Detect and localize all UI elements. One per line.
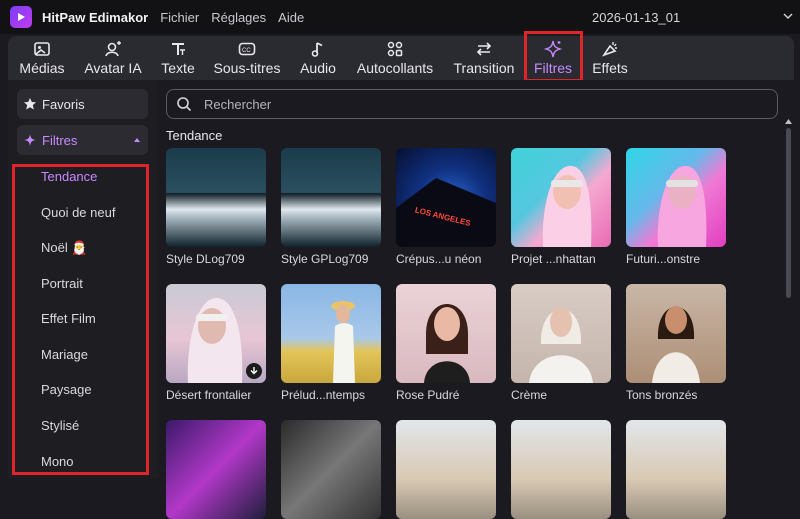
tab-label: Sous-titres (213, 60, 281, 76)
text-icon (172, 43, 185, 55)
portrait-graphic (529, 307, 593, 383)
filter-thumbnail (511, 148, 611, 247)
tab-label: Avatar IA (84, 60, 142, 76)
filter-card[interactable] (166, 420, 266, 519)
filter-name: Style GPLog709 (281, 252, 369, 266)
filter-card[interactable] (511, 420, 611, 519)
filter-name: Tons bronzés (626, 388, 698, 402)
tab-medias[interactable]: Médias (14, 36, 70, 80)
filter-thumbnail (396, 284, 496, 383)
filter-thumbnail (281, 148, 381, 247)
filter-card[interactable] (396, 420, 496, 519)
filter-card[interactable] (626, 420, 726, 519)
filter-thumbnail (166, 420, 266, 519)
menu-reglages[interactable]: Réglages (211, 10, 266, 25)
sidebar-favoris-label: Favoris (42, 96, 85, 112)
transition-icon (476, 42, 492, 56)
app-name: HitPaw Edimakor (42, 9, 149, 25)
filter-thumbnail (511, 420, 611, 519)
tab-effets[interactable]: Effets (588, 36, 632, 80)
filter-card[interactable]: LOS ANGELES Crépus...u néon (396, 148, 496, 266)
project-name: 2026-01-13_01 (592, 10, 681, 25)
image-icon (34, 42, 50, 56)
filter-name: Crème (511, 388, 548, 402)
filter-card[interactable] (281, 420, 381, 519)
filter-card[interactable]: Prélud...ntemps (281, 284, 381, 402)
portrait-graphic (652, 306, 700, 383)
filters-panel: Tendance Style DLog709 Style GPLog709 LO… (158, 80, 794, 519)
filter-thumbnail (166, 148, 266, 247)
tab-label: Texte (161, 60, 195, 76)
avatar-ai-icon (105, 41, 121, 57)
filter-card[interactable]: Crème (511, 284, 611, 402)
tab-avatar-ia[interactable]: Avatar IA (82, 36, 144, 80)
search-input[interactable] (202, 95, 746, 113)
tab-label: Effets (592, 60, 628, 76)
highlight-box-filtres (524, 31, 583, 82)
svg-text:CC: CC (242, 48, 251, 54)
filter-thumbnail (626, 148, 726, 247)
filter-thumbnail (396, 420, 496, 519)
star-icon (24, 98, 36, 110)
scroll-up-icon[interactable] (784, 118, 793, 125)
tab-audio[interactable]: Audio (296, 36, 340, 80)
filter-thumbnail (626, 420, 726, 519)
filter-name: Prélud...ntemps (281, 388, 366, 402)
filter-card[interactable]: Projet ...nhattan (511, 148, 611, 266)
stickers-icon (387, 41, 403, 57)
tab-label: Audio (300, 60, 336, 76)
filter-card[interactable]: Style GPLog709 (281, 148, 381, 266)
filter-card[interactable]: Rose Pudré (396, 284, 496, 402)
portrait-graphic (424, 304, 470, 383)
section-title: Tendance (166, 128, 223, 143)
search-bar[interactable] (166, 89, 778, 119)
app-logo-icon (10, 6, 32, 28)
chevron-down-icon[interactable] (782, 10, 794, 22)
download-icon[interactable] (246, 363, 262, 379)
sidebar-favoris[interactable]: Favoris (17, 89, 148, 119)
scrollbar-thumb[interactable] (786, 128, 791, 298)
effects-icon (601, 42, 617, 57)
filter-card[interactable]: Futuri...onstre (626, 148, 726, 266)
music-note-icon (311, 42, 323, 57)
tab-label: Médias (19, 60, 65, 76)
filter-card[interactable]: Tons bronzés (626, 284, 726, 402)
filter-name: Désert frontalier (166, 388, 252, 402)
filter-name: Rose Pudré (396, 388, 460, 402)
main-toolbar: Médias Avatar IA Texte CC Sous-titres Au… (8, 36, 794, 80)
tab-label: Autocollants (356, 60, 434, 76)
portrait-graphic (657, 165, 707, 247)
filter-thumbnail (281, 284, 381, 383)
tab-sous-titres[interactable]: CC Sous-titres (212, 36, 282, 80)
menu-aide[interactable]: Aide (278, 10, 304, 25)
filter-thumbnail: LOS ANGELES (396, 148, 496, 247)
sidebar-filtres[interactable]: Filtres (17, 125, 148, 155)
filter-thumbnail (166, 284, 266, 383)
filter-thumbnail (281, 420, 381, 519)
subtitles-icon: CC (238, 42, 256, 56)
filter-name: Futuri...onstre (626, 252, 701, 266)
title-bar: HitPaw Edimakor Fichier Réglages Aide 20… (0, 0, 800, 34)
tab-autocollants[interactable]: Autocollants (354, 36, 436, 80)
filter-name: Crépus...u néon (396, 252, 482, 266)
filter-name: Projet ...nhattan (511, 252, 596, 266)
tab-label: Transition (453, 60, 515, 76)
filter-card[interactable]: Style DLog709 (166, 148, 266, 266)
portrait-graphic (542, 165, 592, 247)
tab-transition[interactable]: Transition (452, 36, 516, 80)
portrait-graphic (331, 301, 355, 383)
filter-thumbnail (511, 284, 611, 383)
filter-card[interactable]: Désert frontalier (166, 284, 266, 402)
sidebar-filtres-label: Filtres (42, 132, 78, 148)
sparkle-icon (24, 134, 36, 146)
highlight-box-categories (12, 164, 149, 475)
filter-name: Style DLog709 (166, 252, 245, 266)
neon-sign-graphic: LOS ANGELES (396, 178, 496, 247)
caret-up-icon[interactable] (132, 135, 142, 145)
search-icon (177, 97, 192, 112)
menu-fichier[interactable]: Fichier (160, 10, 199, 25)
filter-thumbnail (626, 284, 726, 383)
tab-texte[interactable]: Texte (158, 36, 198, 80)
